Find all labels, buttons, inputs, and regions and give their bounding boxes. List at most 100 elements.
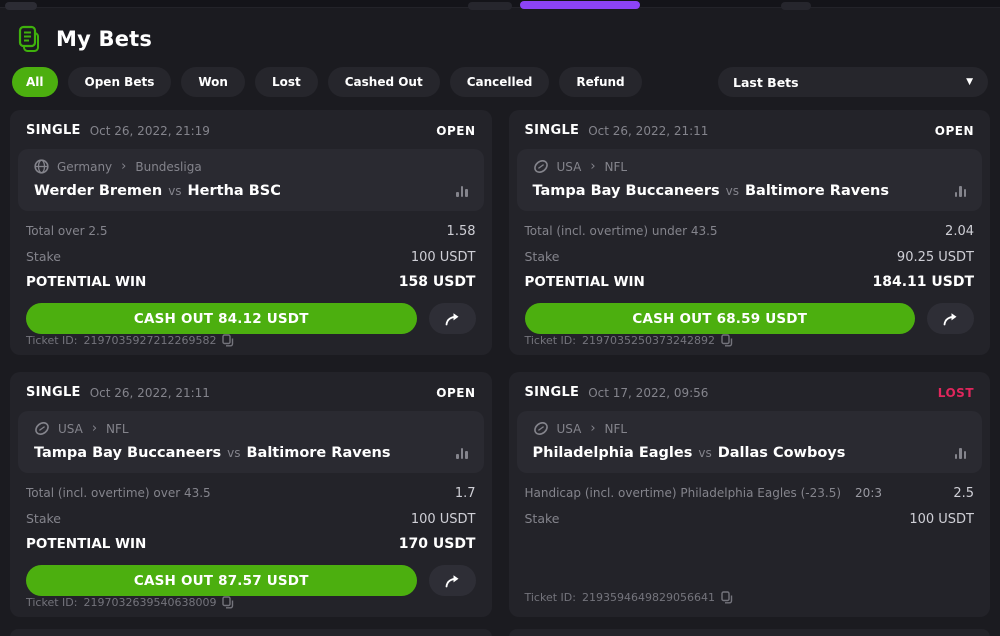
stake-value: 100 USDT [411,250,476,265]
bet-status-badge: OPEN [935,124,974,138]
home-team: Philadelphia Eagles [533,445,693,461]
stake-row: Stake 100 USDT [509,511,991,527]
market-row: Total (incl. overtime) under 43.5 2.04 [509,224,991,239]
match-score: 20:3 [855,486,882,500]
match-panel[interactable]: USA › NFL Tampa Bay Buccaneers vs Baltim… [517,149,983,211]
sort-dropdown-value: Last Bets [733,75,799,90]
statistics-icon[interactable] [955,185,967,197]
share-button[interactable] [429,565,476,596]
filter-pill[interactable]: Cancelled [450,67,550,97]
statistics-icon[interactable] [456,447,468,459]
odds-value: 2.04 [945,224,974,239]
match-row: Tampa Bay Buccaneers vs Baltimore Ravens [533,183,967,199]
filter-pill[interactable]: Refund [559,67,641,97]
league-label: NFL [605,160,628,174]
ticket-id-value: 2197032639540638009 [83,596,216,609]
copy-icon[interactable] [721,591,733,604]
statistics-icon[interactable] [955,447,967,459]
bet-datetime: Oct 26, 2022, 21:19 [90,124,210,138]
bet-card: SINGLE Oct 26, 2022, 21:11 OPEN USA › NF… [10,372,492,617]
league-label: Bundesliga [135,160,201,174]
stake-row: Stake 90.25 USDT [509,249,991,265]
match-panel[interactable]: Germany › Bundesliga Werder Bremen vs He… [18,149,484,211]
copy-icon[interactable] [222,334,234,347]
filter-pill[interactable]: Won [181,67,245,97]
ticket-row: Ticket ID: 2193594649829056641 [525,591,975,604]
market-row: Total (incl. overtime) over 43.5 1.7 [10,486,492,501]
market-label: Handicap (incl. overtime) Philadelphia E… [525,486,842,500]
bet-card-header: SINGLE Oct 26, 2022, 21:11 OPEN [10,372,492,400]
away-team: Baltimore Ravens [745,183,889,199]
stake-label: Stake [525,511,560,526]
filter-tabs: All Open Bets Won Lost Cashed Out Cancel… [10,67,990,97]
bet-type: SINGLE [525,123,580,138]
filter-pill[interactable]: Lost [255,67,318,97]
nav-stub-button[interactable] [781,2,811,10]
nav-stub-button[interactable] [5,2,37,10]
ticket-row: Ticket ID: 2197032639540638009 [26,596,476,609]
bet-status-badge: OPEN [436,124,475,138]
odds-value: 1.7 [455,486,476,501]
ticket-id-value: 2193594649829056641 [582,591,715,604]
stake-value: 100 USDT [411,512,476,527]
bet-card-header: SINGLE Oct 26, 2022, 21:19 OPEN [10,110,492,138]
copy-icon[interactable] [222,596,234,609]
vs-label: vs [227,446,240,460]
nav-stub-button[interactable] [468,2,512,10]
stake-row: Stake 100 USDT [10,249,492,265]
home-team: Tampa Bay Buccaneers [533,183,720,199]
potential-win-value: 184.11 USDT [872,274,974,290]
bet-card-partial [509,629,991,636]
stake-label: Stake [525,249,560,264]
top-nav-strip [0,0,1000,8]
bet-card: SINGLE Oct 17, 2022, 09:56 LOST USA › NF… [509,372,991,617]
filter-pill[interactable]: Open Bets [68,67,172,97]
home-team: Tampa Bay Buccaneers [34,445,221,461]
match-panel[interactable]: USA › NFL Philadelphia Eagles vs Dallas … [517,411,983,473]
cashout-row: CASH OUT 84.12 USDT [26,303,476,334]
statistics-icon[interactable] [456,185,468,197]
match-panel[interactable]: USA › NFL Tampa Bay Buccaneers vs Baltim… [18,411,484,473]
bet-cards-grid: SINGLE Oct 26, 2022, 21:19 OPEN Germany … [10,110,990,617]
football-icon [533,421,549,436]
copy-icon[interactable] [721,334,733,347]
odds-value: 1.58 [447,224,476,239]
match-row: Werder Bremen vs Hertha BSC [34,183,468,199]
cashout-button[interactable]: CASH OUT 68.59 USDT [525,303,916,334]
share-icon [942,312,959,326]
cashout-button[interactable]: CASH OUT 84.12 USDT [26,303,417,334]
stake-row: Stake 100 USDT [10,511,492,527]
sort-dropdown[interactable]: Last Bets ▼ [718,67,988,97]
market-label: Total (incl. overtime) under 43.5 [525,224,718,238]
share-button[interactable] [927,303,974,334]
filter-pill[interactable]: Cashed Out [328,67,440,97]
bet-type: SINGLE [525,385,580,400]
share-button[interactable] [429,303,476,334]
league-separator: › [590,160,595,173]
bet-type: SINGLE [26,385,81,400]
potential-win-value: 170 USDT [399,536,476,552]
country-label: USA [58,422,83,436]
bet-card-header: SINGLE Oct 17, 2022, 09:56 LOST [509,372,991,400]
my-bets-page: My Bets All Open Bets Won Lost Cashed Ou… [0,22,1000,636]
market-row: Handicap (incl. overtime) Philadelphia E… [509,486,991,501]
globe-icon [34,159,49,174]
football-icon [34,421,50,436]
ticket-id-prefix: Ticket ID: [525,591,576,604]
potential-win-label: POTENTIAL WIN [26,274,146,290]
league-separator: › [121,160,126,173]
league-row: USA › NFL [533,159,967,174]
bet-datetime: Oct 26, 2022, 21:11 [588,124,708,138]
league-label: NFL [605,422,628,436]
bet-status-badge: LOST [938,386,974,400]
potential-win-row: POTENTIAL WIN 158 USDT [10,274,492,290]
bet-card-header: SINGLE Oct 26, 2022, 21:11 OPEN [509,110,991,138]
active-nav-tab-indicator[interactable] [520,1,640,9]
filter-pill[interactable]: All [12,67,58,97]
cashout-button[interactable]: CASH OUT 87.57 USDT [26,565,417,596]
country-label: USA [557,160,582,174]
vs-label: vs [726,184,739,198]
market-label: Total (incl. overtime) over 43.5 [26,486,211,500]
ticket-id-value: 2197035250373242892 [582,334,715,347]
page-header: My Bets [16,22,990,56]
